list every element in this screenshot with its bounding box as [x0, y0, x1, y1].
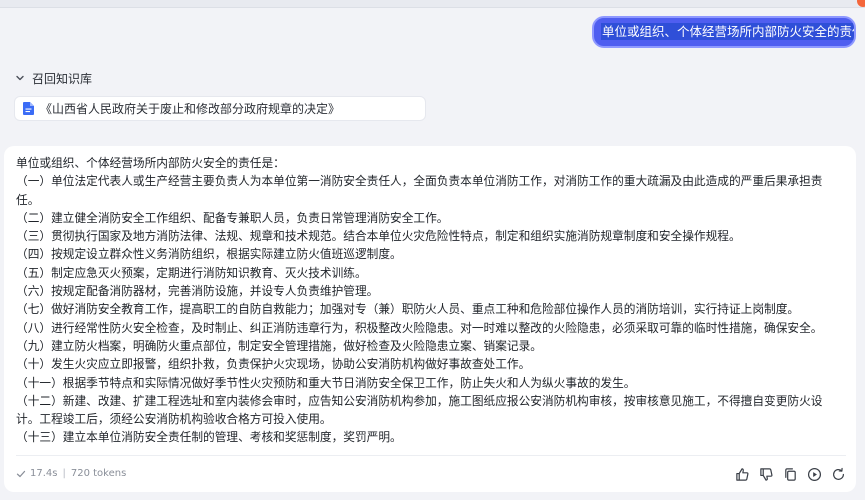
- knowledge-base-label: 召回知识库: [32, 71, 93, 86]
- knowledge-base-toggle[interactable]: 召回知识库: [14, 70, 92, 86]
- thumbs-down-icon: [759, 467, 772, 481]
- answer-divider: [16, 455, 846, 456]
- answer-paragraph: （二）建立健全消防安全工作组织、配备专兼职人员，负责日常管理消防安全工作。: [16, 210, 449, 225]
- answer-meta: 17.4s | 720 tokens: [16, 468, 126, 479]
- copy-button[interactable]: [782, 466, 798, 482]
- answer-paragraph: （三）贯彻执行国家及地方消防法律、法规、规章和技术规范。结合本单位火灾危险性特点…: [16, 229, 741, 244]
- chevron-down-icon: [16, 75, 24, 81]
- notification-dot[interactable]: [857, 0, 865, 7]
- answer-paragraph: （八）进行经常性防火安全检查，及时制止、纠正消防违章行为，积极整改火险隐患。对一…: [16, 320, 823, 335]
- chat-page: 单位或组织、个体经营场所内部防火安全的责任 召回知识库 《山西省人民政府关于废止…: [0, 0, 865, 500]
- knowledge-doc-card[interactable]: 《山西省人民政府关于废止和修改部分政府规章的决定》: [14, 96, 426, 121]
- play-icon: [807, 467, 821, 481]
- answer-paragraph: （一）单位法定代表人或生产经营主要负责人为本单位第一消防安全责任人，全面负责本单…: [16, 174, 823, 207]
- answer-duration: 17.4s: [30, 468, 58, 479]
- dislike-button[interactable]: [758, 466, 774, 482]
- answer-paragraph: （六）按规定配备消防器材，完善消防设施，并设专人负责维护管理。: [16, 284, 379, 299]
- answer-paragraph: （十二）新建、改建、扩建工程选址和室内装修会审时，应告知公安消防机构参加，施工图…: [16, 393, 823, 427]
- answer-paragraph: （十）发生火灾应立即报警，组织扑救，负责保护火灾现场，协助公安消防机构做好事故查…: [16, 357, 531, 372]
- check-icon: [16, 470, 26, 477]
- answer-paragraph: （十三）建立本单位消防安全责任制的管理、考核和奖惩制度，奖罚严明。: [16, 430, 402, 445]
- thumbs-up-icon: [735, 467, 748, 481]
- answer-paragraph: （四）按规定设立群众性义务消防组织，根据实际建立防火值班巡逻制度。: [16, 247, 402, 262]
- play-audio-button[interactable]: [806, 466, 822, 482]
- answer-actions: [726, 466, 846, 482]
- answer-token-count: 720 tokens: [70, 468, 127, 479]
- answer-paragraph: （五）制定应急灭火预案，定期进行消防知识教育、灭火技术训练。: [16, 265, 367, 280]
- like-button[interactable]: [734, 466, 750, 482]
- answer-paragraph: （七）做好消防安全教育工作，提高职工的自防自救能力；加强对专（兼）职防火人员、重…: [16, 302, 800, 317]
- answer-body: 单位或组织、个体经营场所内部防火安全的责任是： （一）单位法定代表人或生产经营主…: [16, 154, 834, 447]
- answer-paragraph: 单位或组织、个体经营场所内部防火安全的责任是：: [16, 156, 285, 170]
- meta-separator: |: [62, 468, 66, 479]
- answer-paragraph: （九）建立防火档案，明确防火重点部位，制定安全管理措施，做好检查及火险隐患立案、…: [16, 338, 542, 353]
- refresh-icon: [832, 467, 844, 480]
- assistant-answer-card: 单位或组织、个体经营场所内部防火安全的责任是： （一）单位法定代表人或生产经营主…: [4, 146, 856, 492]
- answer-paragraph: （十一）根据季节特点和实际情况做好季节性火灾预防和重大节日消防安全保卫工作，防止…: [16, 375, 636, 390]
- user-message-text: 单位或组织、个体经营场所内部防火安全的责任: [602, 24, 854, 39]
- regenerate-button[interactable]: [830, 466, 846, 482]
- top-bar: [0, 0, 865, 8]
- user-message-bubble: 单位或组织、个体经营场所内部防火安全的责任: [592, 16, 856, 48]
- document-icon: [23, 102, 34, 115]
- copy-icon: [784, 467, 796, 481]
- knowledge-doc-title: 《山西省人民政府关于废止和修改部分政府规章的决定》: [40, 102, 341, 116]
